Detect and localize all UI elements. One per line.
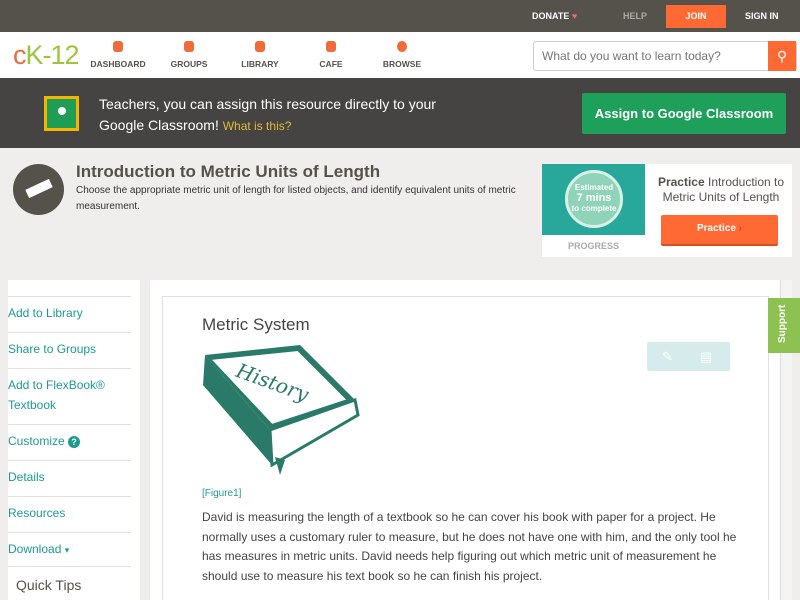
what-is-this-link[interactable]: What is this? bbox=[223, 119, 292, 133]
nav-label: DASHBOARD bbox=[90, 59, 146, 69]
nav-label: GROUPS bbox=[170, 59, 208, 69]
nav-dashboard[interactable]: DASHBOARD bbox=[83, 41, 153, 69]
library-icon bbox=[255, 41, 265, 52]
cafe-icon bbox=[326, 41, 336, 52]
nav-label: BROWSE bbox=[382, 59, 422, 69]
google-classroom-icon bbox=[44, 96, 79, 131]
content-tools: ✎ ▤ bbox=[647, 342, 730, 371]
section-title: Metric System bbox=[202, 315, 310, 334]
search-button[interactable]: ⚲ bbox=[768, 41, 796, 71]
pencil-icon[interactable]: ✎ bbox=[662, 349, 673, 365]
caret-down-icon: ▾ bbox=[64, 545, 70, 555]
ruler-icon bbox=[13, 164, 64, 215]
donate-label: DONATE bbox=[532, 11, 570, 21]
nav-label: CAFE bbox=[319, 59, 343, 69]
progress-image: Estimated 7 mins to complete bbox=[542, 164, 645, 235]
sidebar-add-to-flexbook[interactable]: Add to FlexBook® Textbook bbox=[8, 368, 131, 415]
dashboard-icon bbox=[113, 41, 123, 52]
sidebar-customize[interactable]: Customize ? bbox=[8, 424, 131, 451]
top-bar: DONATE ♥ HELP JOIN SIGN IN bbox=[0, 0, 800, 32]
estimate-complete: to complete bbox=[571, 204, 617, 213]
estimate-badge: Estimated 7 mins to complete bbox=[565, 170, 623, 228]
estimate-label: Estimated bbox=[574, 183, 614, 192]
nav-cafe[interactable]: CAFE bbox=[296, 41, 366, 69]
sidebar-resources[interactable]: Resources bbox=[8, 496, 131, 523]
customize-label: Customize bbox=[8, 434, 65, 448]
sidebar-download[interactable]: Download ▾ bbox=[8, 532, 131, 560]
progress-label: PROGRESS bbox=[567, 241, 619, 251]
support-tab[interactable]: Support bbox=[768, 298, 800, 353]
practice-button[interactable]: Practice › bbox=[661, 215, 778, 244]
download-label: Download bbox=[8, 542, 62, 556]
page-description: Choose the appropriate metric unit of le… bbox=[76, 185, 516, 212]
notes-icon[interactable]: ▤ bbox=[700, 349, 712, 365]
search-icon: ⚲ bbox=[776, 48, 788, 64]
sidebar-add-to-library[interactable]: Add to Library bbox=[8, 296, 131, 323]
support-label: Support bbox=[777, 304, 788, 343]
donate-link[interactable]: DONATE ♥ bbox=[532, 11, 577, 21]
join-button[interactable]: JOIN bbox=[666, 5, 726, 28]
search-box: ⚲ bbox=[533, 41, 797, 71]
main-nav: cK-12 DASHBOARD GROUPS LIBRARY CAFE BROW… bbox=[0, 32, 800, 78]
chevron-right-icon: › bbox=[738, 223, 743, 234]
search-input[interactable] bbox=[534, 42, 764, 70]
practice-title-bold: Practice bbox=[657, 175, 705, 189]
groups-icon bbox=[184, 41, 194, 52]
nav-library[interactable]: LIBRARY bbox=[225, 41, 295, 69]
nav-groups[interactable]: GROUPS bbox=[154, 41, 224, 69]
heart-icon: ♥ bbox=[571, 11, 578, 21]
sidebar-details[interactable]: Details bbox=[8, 460, 131, 487]
nav-browse[interactable]: BROWSE bbox=[367, 41, 437, 69]
estimate-minutes: 7 mins bbox=[576, 192, 612, 204]
help-icon[interactable]: ? bbox=[68, 436, 81, 448]
sign-in-link[interactable]: SIGN IN bbox=[745, 11, 779, 21]
page-title: Introduction to Metric Units of Length bbox=[76, 162, 381, 181]
classroom-message: Teachers, you can assign this resource d… bbox=[99, 94, 439, 137]
history-book-image: History bbox=[203, 345, 360, 475]
quick-tips-heading: Quick Tips bbox=[16, 577, 82, 593]
practice-title: Practice Introduction to Metric Units of… bbox=[652, 175, 790, 205]
content-paragraph: David is measuring the length of a textb… bbox=[202, 510, 737, 583]
nav-label: LIBRARY bbox=[241, 59, 279, 69]
ck12-logo[interactable]: cK-12 bbox=[13, 40, 80, 71]
assign-to-google-classroom-button[interactable]: Assign to Google Classroom bbox=[582, 93, 786, 134]
help-link[interactable]: HELP bbox=[623, 11, 647, 21]
practice-card: Estimated 7 mins to complete PROGRESS Prac… bbox=[542, 164, 792, 257]
figure-caption[interactable]: [Figure1] bbox=[202, 488, 241, 499]
practice-button-label: Practice bbox=[696, 223, 736, 234]
browse-icon bbox=[397, 41, 407, 52]
divider bbox=[8, 566, 131, 567]
sidebar-share-to-groups[interactable]: Share to Groups bbox=[8, 332, 131, 359]
